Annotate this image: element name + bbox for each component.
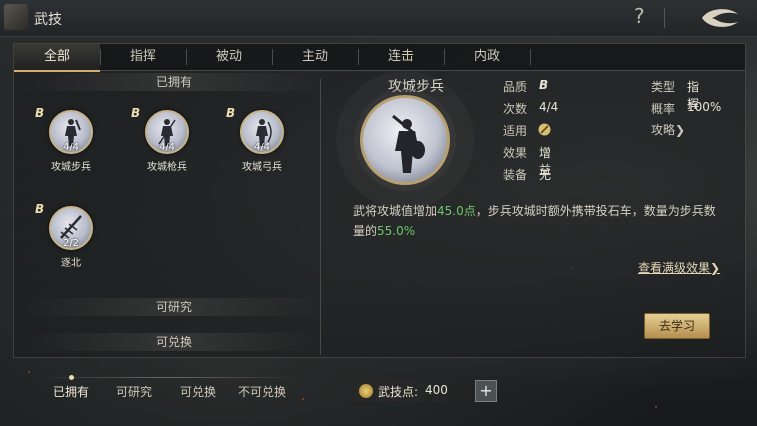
view-max-effect-link[interactable]: 查看满级效果❯	[638, 259, 720, 276]
bottom-tab-researchable[interactable]: 可研究	[116, 383, 152, 400]
section-researchable[interactable]: 可研究	[24, 298, 324, 316]
bottom-tab-exchangeable[interactable]: 可兑换	[180, 383, 216, 400]
arrow-icon	[60, 215, 82, 239]
desc-value: 45.0点	[437, 204, 476, 218]
skill-card[interactable]: 2/2 B 逐北	[35, 202, 101, 269]
skill-grade: B	[226, 106, 236, 120]
type-label: 类型	[651, 80, 676, 94]
quality-label: 品质	[503, 80, 528, 94]
skill-name: 攻城枪兵	[147, 162, 187, 173]
skill-card[interactable]: 4/4 B 攻城弓兵	[226, 106, 292, 173]
skill-description: 武将攻城值增加45.0点，步兵攻城时额外携带投石车，数量为步兵数量的55.0%	[353, 201, 718, 241]
rate-value: 100%	[687, 100, 722, 114]
siege-infantry-icon	[392, 114, 425, 173]
back-icon[interactable]	[698, 6, 742, 30]
bottom-tab-owned[interactable]: 已拥有	[53, 383, 89, 400]
skill-grade: B	[35, 202, 45, 216]
effect-row: 效果 增益	[503, 144, 551, 177]
coin-icon	[359, 384, 373, 398]
help-icon[interactable]: ?	[634, 4, 645, 28]
section-exchangeable[interactable]: 可兑换	[24, 333, 324, 351]
skill-name: 攻城步兵	[51, 162, 91, 173]
tab-divider	[530, 49, 531, 65]
equip-label: 装备	[503, 168, 528, 182]
page-title: 武技	[34, 12, 62, 28]
active-indicator	[69, 375, 74, 380]
ember	[28, 371, 30, 373]
tab-active[interactable]: 主动	[272, 44, 358, 70]
skill-portrait: 4/4	[49, 110, 93, 154]
chevron-right-icon: ❯	[710, 261, 721, 275]
skill-name: 逐北	[61, 258, 81, 269]
ember	[655, 406, 657, 408]
vertical-divider	[320, 79, 321, 355]
portrait-icon	[4, 4, 28, 30]
quality-row: 品质 B	[503, 78, 548, 95]
skill-points: 武技点: 400	[355, 380, 475, 402]
section-owned: 已拥有	[24, 73, 324, 91]
divider	[664, 8, 665, 28]
skill-count: 4/4	[62, 142, 80, 153]
skill-grade: B	[131, 106, 141, 120]
bottom-tab-not-exchangeable[interactable]: 不可兑换	[238, 383, 286, 400]
tab-bar: 全部 指挥 被动 主动 连击 内政	[14, 44, 745, 72]
tab-combo[interactable]: 连击	[358, 44, 444, 70]
infantry-type-icon	[538, 123, 551, 136]
skill-card[interactable]: 4/4 B 攻城枪兵	[131, 106, 197, 173]
ember	[302, 398, 304, 400]
skill-card[interactable]: 4/4 B 攻城步兵	[35, 106, 101, 173]
skill-grade: B	[35, 106, 45, 120]
times-row: 次数 4/4	[503, 100, 558, 117]
quality-value: B	[539, 78, 549, 92]
effect-label: 效果	[503, 146, 528, 160]
apply-label: 适用	[503, 124, 528, 138]
detail-title: 攻城步兵	[388, 79, 444, 95]
desc-value: 55.0%	[377, 224, 416, 238]
skill-name: 攻城弓兵	[242, 162, 282, 173]
skill-count: 2/2	[62, 238, 80, 249]
strategy-label: 攻略	[651, 123, 676, 137]
bottom-tab-track	[40, 377, 300, 378]
learn-button[interactable]: 去学习	[644, 313, 710, 339]
tab-command[interactable]: 指挥	[100, 44, 186, 70]
rate-row: 概率 100%	[651, 100, 721, 117]
skill-count: 4/4	[253, 142, 271, 153]
type-row: 类型 指挥	[651, 78, 699, 111]
skill-portrait: 4/4	[145, 110, 189, 154]
strategy-link[interactable]: 攻略❯	[651, 121, 685, 138]
plus-icon[interactable]: +	[475, 380, 497, 402]
chevron-right-icon: ❯	[675, 123, 686, 137]
top-bar: 武技 ?	[0, 0, 757, 37]
tab-passive[interactable]: 被动	[186, 44, 272, 70]
equip-row: 装备 无	[503, 166, 551, 183]
skill-portrait: 4/4	[240, 110, 284, 154]
desc-text: 武将攻城值增加	[353, 204, 438, 218]
skill-portrait: 2/2	[49, 206, 93, 250]
times-value: 4/4	[539, 100, 559, 114]
detail-portrait	[360, 95, 450, 185]
apply-row: 适用	[503, 122, 551, 139]
equip-value: 无	[539, 168, 552, 182]
points-label: 武技点:	[378, 385, 419, 399]
times-label: 次数	[503, 102, 528, 116]
points-value: 400	[425, 383, 448, 397]
view-max-label: 查看满级效果	[638, 261, 711, 275]
tab-internal[interactable]: 内政	[444, 44, 530, 70]
rate-label: 概率	[651, 102, 676, 116]
skill-count: 4/4	[158, 142, 176, 153]
tab-all[interactable]: 全部	[14, 44, 100, 72]
